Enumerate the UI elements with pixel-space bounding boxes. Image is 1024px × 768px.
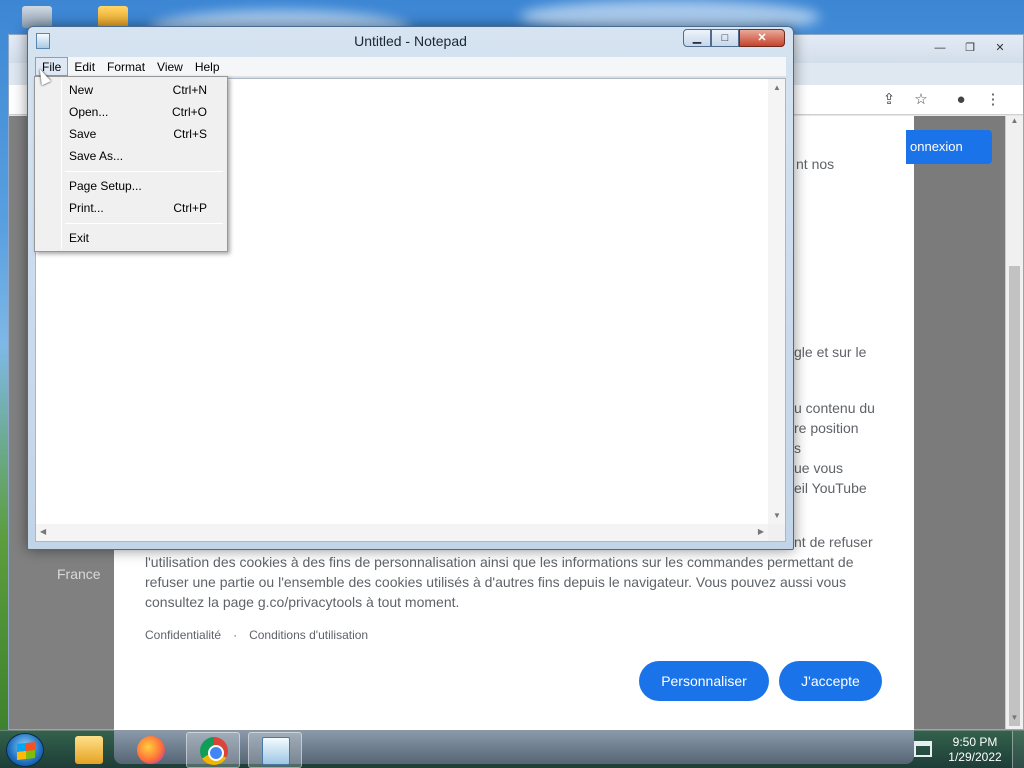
clock-time: 9:50 PM bbox=[952, 735, 998, 749]
consent-fragment: re position bbox=[794, 420, 859, 436]
maximize-icon[interactable]: □ bbox=[711, 29, 739, 47]
scroll-up-icon[interactable]: ▲ bbox=[1006, 116, 1023, 132]
minimize-icon[interactable]: ▁ bbox=[683, 29, 711, 47]
menu-item-label: Save As... bbox=[69, 149, 124, 163]
consent-fragment: eil YouTube bbox=[794, 480, 867, 496]
close-icon[interactable]: ✕ bbox=[739, 29, 785, 47]
file-menu-dropdown: New Ctrl+N Open... Ctrl+O Save Ctrl+S Sa… bbox=[34, 76, 228, 252]
menu-item-shortcut: Ctrl+O bbox=[171, 105, 207, 119]
system-clock[interactable]: 9:50 PM 1/29/2022 bbox=[940, 735, 1010, 765]
customize-button[interactable]: Personnaliser bbox=[639, 661, 769, 701]
folder-icon bbox=[75, 736, 103, 764]
scroll-down-icon[interactable]: ▼ bbox=[773, 511, 781, 520]
taskbar: 9:50 PM 1/29/2022 bbox=[0, 730, 1024, 768]
horizontal-scrollbar[interactable]: ◀ ▶ bbox=[36, 524, 768, 541]
taskbar-notepad[interactable] bbox=[248, 732, 302, 768]
signin-button[interactable]: onnexion bbox=[906, 130, 992, 164]
consent-footer: Confidentialité · Conditions d'utilisati… bbox=[145, 628, 368, 642]
taskbar-chrome[interactable] bbox=[186, 732, 240, 768]
privacy-link[interactable]: Confidentialité bbox=[145, 628, 221, 642]
country-label: France bbox=[57, 566, 101, 582]
menu-view[interactable]: View bbox=[151, 57, 189, 76]
more-menu-icon[interactable]: ⋮ bbox=[983, 90, 1003, 110]
window-title: Untitled - Notepad bbox=[354, 33, 467, 49]
close-icon[interactable]: ✕ bbox=[987, 39, 1013, 57]
menu-item-save[interactable]: Save Ctrl+S bbox=[37, 123, 225, 145]
vertical-scrollbar[interactable]: ▲ ▼ bbox=[768, 79, 785, 524]
show-desktop-button[interactable] bbox=[1012, 731, 1024, 768]
firefox-icon bbox=[137, 736, 165, 764]
footer-dot: · bbox=[233, 628, 238, 642]
menu-item-label: Save bbox=[69, 127, 97, 141]
menu-edit[interactable]: Edit bbox=[68, 57, 101, 76]
menu-item-print[interactable]: Print... Ctrl+P bbox=[37, 197, 225, 219]
consent-fragment: nt nos bbox=[796, 156, 835, 172]
menu-item-label: Open... bbox=[69, 105, 109, 119]
menu-format[interactable]: Format bbox=[101, 57, 151, 76]
menu-item-label: Page Setup... bbox=[69, 179, 142, 193]
recycle-bin-icon[interactable] bbox=[22, 6, 52, 28]
consent-fragment: gle et sur le bbox=[794, 344, 867, 360]
menu-help[interactable]: Help bbox=[189, 57, 226, 76]
scroll-right-icon[interactable]: ▶ bbox=[758, 527, 764, 536]
terms-link[interactable]: Conditions d'utilisation bbox=[249, 628, 368, 642]
scrollbar-thumb[interactable] bbox=[1009, 266, 1020, 726]
consent-fragment: s bbox=[794, 440, 801, 456]
network-icon[interactable] bbox=[914, 741, 932, 757]
profile-icon[interactable]: ● bbox=[951, 90, 971, 110]
menu-item-new[interactable]: New Ctrl+N bbox=[37, 79, 225, 101]
menu-item-shortcut: Ctrl+S bbox=[173, 127, 207, 141]
menu-item-shortcut: Ctrl+N bbox=[172, 83, 207, 97]
notepad-icon bbox=[262, 737, 290, 765]
chrome-icon bbox=[200, 737, 228, 765]
accept-button[interactable]: J'accepte bbox=[779, 661, 882, 701]
taskbar-firefox[interactable] bbox=[124, 732, 178, 768]
menu-item-label: Exit bbox=[69, 231, 90, 245]
menu-item-exit[interactable]: Exit bbox=[37, 227, 225, 249]
start-button[interactable] bbox=[6, 733, 44, 767]
resize-grip[interactable] bbox=[768, 524, 785, 541]
menu-item-label: New bbox=[69, 83, 94, 97]
menu-item-label: Print... bbox=[69, 201, 104, 215]
page-scrollbar[interactable]: ▲ ▼ bbox=[1005, 116, 1023, 729]
menu-item-shortcut: Ctrl+P bbox=[173, 201, 207, 215]
scroll-left-icon[interactable]: ◀ bbox=[40, 527, 46, 536]
menu-separator bbox=[65, 171, 223, 172]
menu-item-save-as[interactable]: Save As... bbox=[37, 145, 225, 167]
consent-fragment: u contenu du bbox=[794, 400, 875, 416]
consent-text-line: refuser une partie ou l'ensemble des coo… bbox=[145, 574, 847, 590]
clock-date: 1/29/2022 bbox=[948, 750, 1002, 764]
minimize-icon[interactable]: — bbox=[927, 39, 953, 57]
menu-item-open[interactable]: Open... Ctrl+O bbox=[37, 101, 225, 123]
restore-icon[interactable]: ❐ bbox=[957, 39, 983, 57]
consent-fragment: nt de refuser bbox=[794, 534, 873, 550]
menu-bar: File Edit Format View Help bbox=[35, 57, 786, 77]
notepad-titlebar[interactable]: Untitled - Notepad ▁ □ ✕ bbox=[28, 27, 793, 55]
scroll-down-icon[interactable]: ▼ bbox=[1006, 713, 1023, 729]
windows-logo-icon bbox=[17, 742, 35, 760]
share-icon[interactable]: ⇪ bbox=[879, 90, 899, 110]
taskbar-explorer[interactable] bbox=[62, 732, 116, 768]
consent-text-line: l'utilisation des cookies à des fins de … bbox=[145, 554, 854, 570]
menu-separator bbox=[65, 223, 223, 224]
bookmark-star-icon[interactable]: ☆ bbox=[911, 90, 931, 110]
consent-text-line: consultez la page g.co/privacytools à to… bbox=[145, 594, 460, 610]
menu-item-page-setup[interactable]: Page Setup... bbox=[37, 175, 225, 197]
consent-fragment: ue vous bbox=[794, 460, 844, 476]
scroll-up-icon[interactable]: ▲ bbox=[773, 83, 781, 92]
